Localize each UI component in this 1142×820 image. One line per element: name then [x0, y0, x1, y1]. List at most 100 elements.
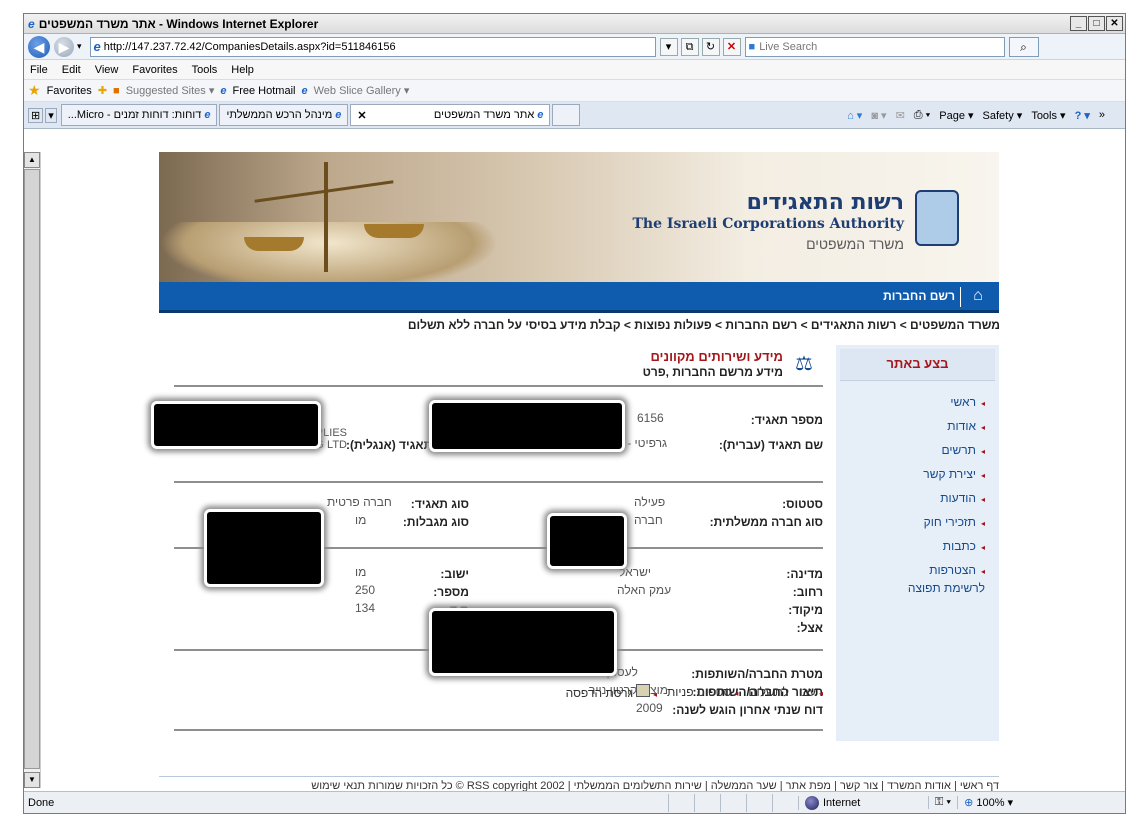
tab-label: אתר משרד המשפטים — [433, 109, 535, 121]
page-viewport: ▲ ▼ רשות התאגידים The Israeli Corporatio… — [24, 152, 1125, 792]
maximize-button[interactable]: □ — [1088, 16, 1105, 31]
country-label: מדינה: — [786, 567, 823, 581]
scroll-up-icon[interactable]: ▲ — [24, 152, 40, 168]
search-button[interactable]: ⌕ — [1008, 36, 1039, 57]
purpose-label: מטרת החברה/השותפות: — [691, 667, 823, 681]
nav-item-articles[interactable]: ◂כתבות — [836, 535, 985, 559]
vertical-scrollbar[interactable]: ▲ ▼ — [24, 152, 41, 788]
zip-label: מיקוד: — [788, 603, 823, 617]
print-version-link[interactable]: ◂ גרסת הדפסה — [566, 684, 657, 700]
tools-menu[interactable]: Tools ▾ — [1031, 109, 1065, 122]
stop-icon[interactable]: ✕ — [722, 37, 741, 56]
scales-pan-right — [364, 224, 424, 238]
gov-type-label: סוג חברה ממשלתית: — [709, 515, 823, 529]
menu-help[interactable]: Help — [231, 64, 254, 76]
scales-icon: ⚖ — [795, 353, 813, 375]
minimize-button[interactable]: _ — [1070, 16, 1087, 31]
search-placeholder: Live Search — [759, 40, 818, 53]
add-favorite-icon[interactable]: ✚ — [98, 84, 107, 97]
web-slice-gallery-link[interactable]: Web Slice Gallery ▾ — [314, 84, 410, 97]
search-input[interactable]: ■ Live Search — [744, 36, 1005, 57]
pay-link[interactable]: ◂עבור לתשלום — [748, 685, 823, 699]
redaction-box — [204, 509, 324, 587]
quick-tabs-icon[interactable]: ⊞ — [28, 107, 44, 123]
tab-icon: e — [537, 109, 544, 121]
chevron-icon[interactable]: » — [1099, 109, 1105, 121]
browser-window: e אתר משרד המשפטים - Windows Internet Ex… — [23, 13, 1126, 814]
home-icon[interactable]: ⌂ — [967, 287, 989, 307]
corp-number-value: 6156 — [637, 411, 664, 425]
zoom-control[interactable]: ⊕ 100% ▾ — [957, 796, 1013, 809]
info-subheader: מידע מרשם החברות ,פרט — [642, 365, 783, 379]
favorites-bar: ★ Favorites ✚ ■ Suggested Sites ▾ e Free… — [24, 80, 1125, 102]
requests-status-link[interactable]: ◂סטטוס פניות — [667, 685, 738, 699]
free-hotmail-link[interactable]: Free Hotmail — [233, 85, 296, 97]
breadcrumb[interactable]: משרד המשפטים > רשות התאגידים > רשם החברו… — [408, 318, 1000, 332]
zoom-icon: ⊕ — [964, 797, 974, 809]
back-button[interactable]: ◀ — [28, 35, 50, 58]
safety-menu[interactable]: Safety ▾ — [983, 109, 1023, 122]
tab-icon: e — [204, 109, 211, 121]
ie-icon: e — [28, 16, 35, 31]
favorites-star-icon[interactable]: ★ — [28, 82, 41, 99]
favorites-button[interactable]: Favorites — [47, 85, 92, 97]
close-button[interactable]: ✕ — [1106, 16, 1123, 31]
tab-procurement[interactable]: e מינהל הרכש הממשלתי — [219, 104, 349, 126]
home-icon[interactable]: ⌂ ▾ — [847, 109, 862, 122]
nav-item-mailing-list[interactable]: ◂הצטרפות לרשימת תפוצה — [885, 562, 985, 596]
limitations-value: מו — [355, 513, 367, 527]
section-link[interactable]: רשם החברות — [883, 289, 955, 303]
tab-list-icon[interactable]: ▾ — [45, 107, 57, 123]
page-menu[interactable]: Page ▾ — [939, 109, 973, 122]
scales-pan-left — [244, 237, 304, 251]
zone-indicator[interactable]: Internet — [798, 795, 928, 810]
help-icon[interactable]: ? ▾ — [1075, 109, 1090, 122]
print-icon[interactable]: ⎙ ▾ — [914, 109, 930, 122]
brand-subtitle: משרד המשפטים — [806, 236, 904, 252]
tab-time-reports[interactable]: e דוחות: דוחות זמנים - Micro... — [60, 104, 218, 126]
open-book-image — [159, 222, 499, 283]
divider — [174, 385, 823, 387]
tab-close-icon[interactable]: ✕ — [357, 109, 366, 122]
last-report-label: דוח שנתי אחרון הוגש לשנה: — [672, 703, 823, 717]
menu-tools[interactable]: Tools — [192, 64, 218, 76]
hotmail-icon: e — [220, 84, 227, 97]
feeds-icon[interactable]: ◙ ▾ — [871, 109, 886, 122]
tab-justice-ministry[interactable]: e אתר משרד המשפטים ✕ — [350, 104, 551, 126]
status-cell — [668, 793, 694, 812]
menu-favorites[interactable]: Favorites — [132, 64, 177, 76]
scroll-down-icon[interactable]: ▼ — [24, 772, 40, 788]
site-footer[interactable]: דף ראשי | אודות המשרד | צור קשר | מפת את… — [159, 776, 999, 792]
status-label: סטטוס: — [782, 497, 823, 511]
nav-item-about[interactable]: ◂אודות — [836, 415, 985, 439]
menu-view[interactable]: View — [95, 64, 119, 76]
compatibility-icon[interactable]: ⧉ — [680, 37, 699, 56]
refresh-icon[interactable]: ↻ — [701, 37, 720, 56]
new-tab-button[interactable] — [552, 104, 581, 126]
protected-mode-icon[interactable]: ⚿ ▾ — [928, 796, 957, 809]
status-cell — [720, 793, 746, 812]
at-label: אצל: — [796, 621, 823, 635]
url-dropdown-icon[interactable]: ▾ — [659, 37, 678, 56]
nav-item-announcements[interactable]: ◂הודעות — [836, 487, 985, 511]
forward-button[interactable]: ▶ — [54, 36, 74, 57]
tab-label: מינהל הרכש הממשלתי — [226, 109, 333, 121]
site-nav: בצע באתר ◂ראשי ◂אודות ◂תרשים ◂יצירת קשר … — [836, 345, 999, 741]
suggested-sites-link[interactable]: Suggested Sites ▾ — [126, 84, 215, 97]
mail-icon[interactable]: ✉ — [896, 109, 905, 122]
nav-item-contact[interactable]: ◂יצירת קשר — [836, 463, 985, 487]
menu-file[interactable]: File — [30, 64, 48, 76]
nav-item-bill-memos[interactable]: ◂תזכירי חוק — [836, 511, 985, 535]
nav-item-home[interactable]: ◂ראשי — [836, 391, 985, 415]
tab-bar: ⊞ ▾ e דוחות: דוחות זמנים - Micro... e מי… — [24, 102, 1125, 129]
title-bar: e אתר משרד המשפטים - Windows Internet Ex… — [24, 14, 1125, 34]
menu-edit[interactable]: Edit — [62, 64, 81, 76]
scroll-thumb[interactable] — [24, 169, 40, 769]
history-dropdown-icon[interactable]: ▾ — [77, 41, 82, 52]
tab-icon: e — [335, 109, 342, 121]
divider — [174, 729, 823, 731]
status-bar: Done Internet ⚿ ▾ ⊕ 100% ▾ — [24, 791, 1125, 813]
url-input[interactable]: e http://147.237.72.42/CompaniesDetails.… — [89, 36, 656, 57]
nav-item-chart[interactable]: ◂תרשים — [836, 439, 986, 463]
tab-label: דוחות: דוחות זמנים - Micro... — [67, 109, 202, 121]
